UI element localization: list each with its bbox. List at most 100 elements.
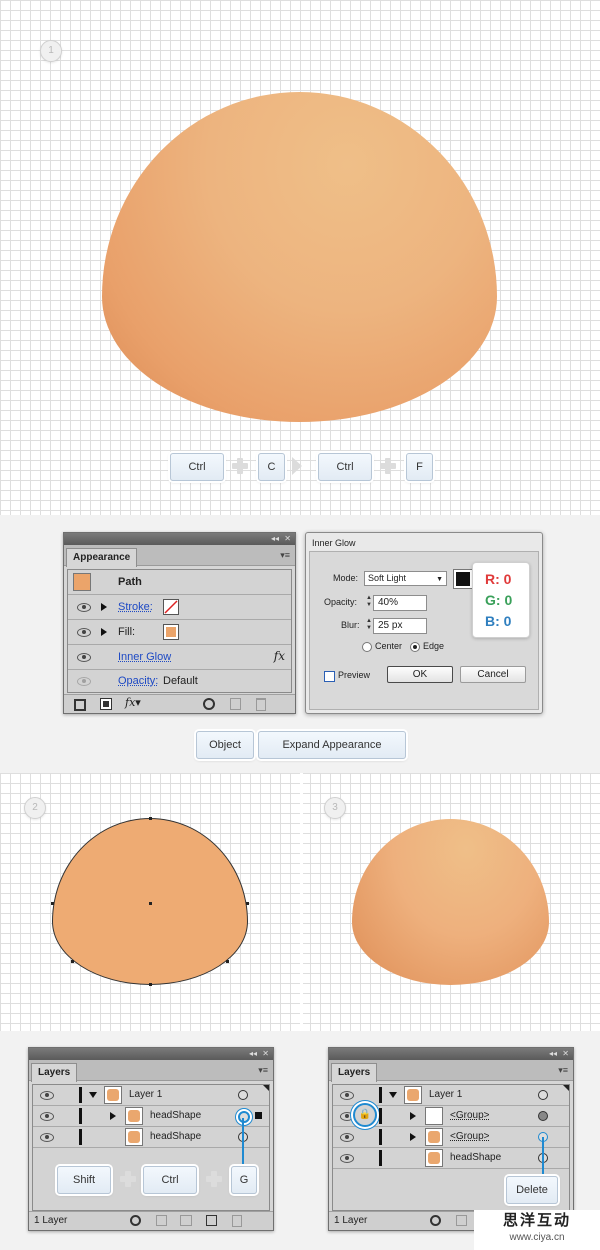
layer-row[interactable]: headShape	[33, 1127, 269, 1148]
step-number-1: 1	[40, 40, 62, 62]
layer-row[interactable]: <Group>	[333, 1127, 569, 1148]
expand-triangle-icon[interactable]	[410, 1133, 416, 1141]
lock-icon[interactable]: 🔒	[353, 1103, 377, 1127]
panel-titlebar[interactable]: ◂◂ ✕	[29, 1048, 273, 1060]
eye-icon[interactable]	[340, 1154, 354, 1163]
panel-tabbar: Layers ▾≡	[29, 1060, 273, 1082]
center-label: Center	[375, 641, 403, 651]
blur-input[interactable]: 25 px	[373, 618, 427, 634]
fill-row[interactable]: Fill:	[68, 620, 291, 645]
key-c: C	[258, 453, 285, 481]
opacity-row[interactable]: Opacity: Default	[68, 670, 291, 691]
eye-icon[interactable]	[40, 1112, 54, 1121]
eye-icon[interactable]	[340, 1112, 354, 1121]
stroke-none-swatch[interactable]	[163, 599, 179, 615]
make-clip-mask-icon[interactable]	[456, 1215, 467, 1226]
target-circle-icon[interactable]	[538, 1090, 548, 1100]
eye-icon[interactable]	[40, 1133, 54, 1142]
anchor-point	[71, 960, 74, 963]
path-thumbnail	[73, 573, 91, 591]
tab-appearance[interactable]: Appearance	[66, 548, 138, 567]
edge-radio[interactable]	[410, 642, 420, 652]
menu-object: Object	[196, 731, 254, 759]
corner-mark	[563, 1085, 569, 1091]
layer-name: Layer 1	[129, 1089, 163, 1100]
panel-titlebar[interactable]: ◂◂ ✕	[64, 533, 295, 545]
eye-icon[interactable]	[40, 1091, 54, 1100]
appearance-panel: ◂◂ ✕ Appearance ▾≡ Path Stroke: Fill: Inn…	[63, 532, 296, 714]
panel-menu-icon[interactable]: ▾≡	[558, 1065, 568, 1076]
layer-color-bar	[79, 1108, 82, 1124]
delete-icon[interactable]	[256, 698, 266, 711]
preview-checkbox[interactable]	[324, 671, 335, 682]
new-layer-icon[interactable]	[206, 1215, 217, 1226]
anchor-point	[149, 817, 152, 820]
blur-stepper[interactable]: ▲ ▼	[365, 618, 373, 632]
opacity-label: Opacity:	[324, 597, 358, 607]
expand-triangle-icon[interactable]	[101, 603, 107, 611]
expand-triangle-icon[interactable]	[101, 628, 107, 636]
opacity-input[interactable]: 40%	[373, 595, 427, 611]
search-icon[interactable]	[430, 1215, 441, 1226]
layers-bottom-bar: 1 Layer	[29, 1211, 273, 1230]
target-circle-icon[interactable]	[238, 1090, 248, 1100]
key-delete: Delete	[506, 1176, 558, 1204]
duplicate-item-icon[interactable]	[230, 698, 241, 710]
stroke-row[interactable]: Stroke:	[68, 595, 291, 620]
layers-list: Layer 1 🔒 <Group> <Group> headShape Dele…	[332, 1084, 570, 1211]
key-ctrl-2: Ctrl	[318, 453, 372, 481]
eye-icon[interactable]	[340, 1133, 354, 1142]
stroke-link[interactable]: Stroke:	[118, 601, 153, 613]
tab-layers[interactable]: Layers	[31, 1063, 78, 1082]
glow-color-swatch[interactable]	[453, 569, 473, 589]
search-icon[interactable]	[130, 1215, 141, 1226]
cancel-button[interactable]: Cancel	[460, 666, 526, 683]
key-shift: Shift	[57, 1166, 111, 1194]
eye-icon[interactable]	[77, 603, 91, 612]
inner-glow-link[interactable]: Inner Glow	[118, 651, 171, 663]
target-circle-icon[interactable]	[238, 1111, 250, 1123]
key-ctrl: Ctrl	[170, 453, 224, 481]
target-circle-icon[interactable]	[538, 1111, 548, 1121]
layer-row[interactable]: 🔒 <Group>	[333, 1103, 569, 1127]
expand-triangle-icon[interactable]	[410, 1112, 416, 1120]
layer-row[interactable]: Layer 1	[33, 1085, 269, 1106]
collapse-triangle-icon[interactable]	[89, 1092, 97, 1098]
layer-color-bar	[379, 1108, 382, 1124]
add-effect-icon[interactable]: fx▾	[125, 696, 141, 709]
add-stroke-icon[interactable]	[74, 699, 86, 711]
opacity-link[interactable]: Opacity:	[118, 675, 158, 687]
clear-appearance-icon[interactable]	[203, 698, 215, 710]
center-radio[interactable]	[362, 642, 372, 652]
panel-menu-icon[interactable]: ▾≡	[280, 550, 290, 561]
key-f: F	[406, 453, 433, 481]
delete-icon[interactable]	[232, 1215, 242, 1227]
expand-triangle-icon[interactable]	[110, 1112, 116, 1120]
eye-icon[interactable]	[77, 653, 91, 662]
fill-label: Fill:	[118, 626, 136, 638]
collapse-triangle-icon[interactable]	[389, 1092, 397, 1098]
panel-titlebar[interactable]: ◂◂ ✕	[329, 1048, 573, 1060]
eye-icon[interactable]	[77, 628, 91, 637]
tab-layers[interactable]: Layers	[331, 1063, 378, 1082]
eye-icon[interactable]	[340, 1091, 354, 1100]
mode-select[interactable]: Soft Light ▼	[364, 571, 447, 586]
new-sublayer-icon[interactable]	[180, 1215, 192, 1226]
inner-glow-row[interactable]: Inner Glow fx	[68, 645, 291, 670]
layer-row[interactable]: headShape	[33, 1106, 269, 1127]
panel-menu-icon[interactable]: ▾≡	[258, 1065, 268, 1076]
anchor-point	[51, 902, 54, 905]
layer-thumbnail	[104, 1086, 122, 1104]
add-fill-icon[interactable]	[100, 698, 112, 710]
blue-connector	[542, 1137, 544, 1175]
rgb-blue: B: 0	[485, 613, 512, 629]
path-label: Path	[118, 576, 142, 588]
fx-icon[interactable]: fx	[274, 649, 285, 663]
rgb-red: R: 0	[485, 571, 512, 587]
opacity-stepper[interactable]: ▲ ▼	[365, 595, 373, 609]
layer-thumbnail	[125, 1128, 143, 1146]
ok-button[interactable]: OK	[387, 666, 453, 683]
layer-row[interactable]: headShape	[333, 1148, 569, 1169]
make-clip-mask-icon[interactable]	[156, 1215, 167, 1226]
fill-swatch[interactable]	[163, 624, 179, 640]
